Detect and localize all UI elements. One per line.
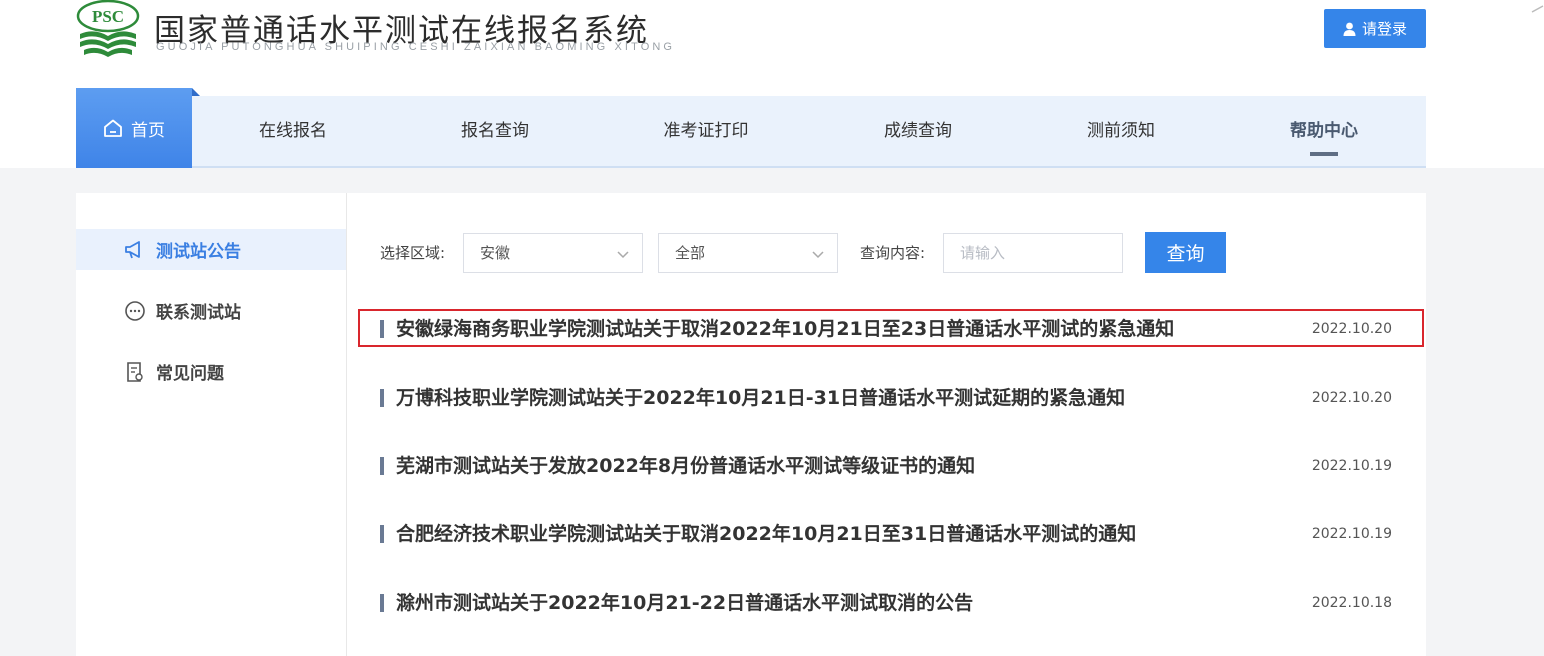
- logo-text: PSC: [92, 7, 124, 26]
- nav-pre-test-notice[interactable]: 测前须知: [1054, 96, 1188, 166]
- notice-item[interactable]: 合肥经济技术职业学院测试站关于取消2022年10月21日至31日普通话水平测试的…: [372, 516, 1402, 552]
- notice-marker: [380, 389, 384, 407]
- psc-logo-graphic: PSC: [76, 0, 140, 57]
- login-label: 请登录: [1361, 20, 1407, 38]
- nav-registration-query[interactable]: 报名查询: [428, 96, 562, 166]
- user-icon: [1343, 22, 1356, 36]
- notice-marker: [380, 320, 384, 338]
- notice-item[interactable]: 安徽绿海商务职业学院测试站关于取消2022年10月21日至23日普通话水平测试的…: [372, 311, 1402, 347]
- chevron-down-icon: [811, 246, 825, 265]
- home-icon: [103, 119, 123, 137]
- notice-date: 2022.10.18: [1311, 595, 1392, 611]
- notice-date: 2022.10.19: [1311, 458, 1392, 474]
- sidebar-item-test-station-notices[interactable]: 测试站公告: [76, 229, 346, 270]
- corner-arrow-icon: [1530, 0, 1544, 19]
- chat-icon: [124, 300, 146, 322]
- region-select[interactable]: 安徽: [463, 233, 643, 273]
- notice-date: 2022.10.20: [1311, 390, 1392, 406]
- sidebar-item-contact-station[interactable]: 联系测试站: [76, 290, 346, 331]
- query-label: 查询内容:: [860, 244, 926, 262]
- notice-marker: [380, 457, 384, 475]
- megaphone-icon: [124, 239, 146, 261]
- sidebar: 测试站公告 联系测试站 常见问题: [76, 193, 347, 656]
- scope-select[interactable]: 全部: [658, 233, 838, 273]
- sidebar-item-label: 常见问题: [156, 364, 224, 384]
- main-nav: 首页 在线报名 报名查询 准考证打印 成绩查询 测前须知 帮助中心: [76, 88, 1426, 168]
- login-button[interactable]: 请登录: [1324, 9, 1426, 48]
- notice-item[interactable]: 滁州市测试站关于2022年10月21-22日普通话水平测试取消的公告 2022.…: [372, 585, 1402, 621]
- chevron-down-icon: [616, 246, 630, 265]
- notice-title[interactable]: 滁州市测试站关于2022年10月21-22日普通话水平测试取消的公告: [396, 585, 973, 621]
- nav-score-query[interactable]: 成绩查询: [851, 96, 985, 166]
- region-label: 选择区域:: [380, 244, 446, 262]
- faq-document-icon: [124, 361, 146, 383]
- scope-select-value: 全部: [675, 244, 706, 262]
- notice-title[interactable]: 芜湖市测试站关于发放2022年8月份普通话水平测试等级证书的通知: [396, 448, 975, 484]
- nav-home[interactable]: 首页: [76, 88, 200, 168]
- notice-marker: [380, 594, 384, 612]
- notice-date: 2022.10.19: [1311, 526, 1392, 542]
- sidebar-item-label: 联系测试站: [156, 303, 241, 323]
- region-select-value: 安徽: [480, 244, 511, 262]
- nav-admission-ticket-print[interactable]: 准考证打印: [631, 96, 781, 166]
- sidebar-item-faq[interactable]: 常见问题: [76, 351, 346, 392]
- sidebar-item-label: 测试站公告: [156, 242, 241, 262]
- notice-item[interactable]: 万博科技职业学院测试站关于2022年10月21日-31日普通话水平测试延期的紧急…: [372, 380, 1402, 416]
- nav-online-registration[interactable]: 在线报名: [226, 96, 360, 166]
- notice-title[interactable]: 万博科技职业学院测试站关于2022年10月21日-31日普通话水平测试延期的紧急…: [396, 380, 1125, 416]
- query-input[interactable]: [943, 233, 1123, 273]
- notice-item[interactable]: 芜湖市测试站关于发放2022年8月份普通话水平测试等级证书的通知 2022.10…: [372, 448, 1402, 484]
- notice-marker: [380, 525, 384, 543]
- notice-title[interactable]: 合肥经济技术职业学院测试站关于取消2022年10月21日至31日普通话水平测试的…: [396, 516, 1136, 552]
- notice-title[interactable]: 安徽绿海商务职业学院测试站关于取消2022年10月21日至23日普通话水平测试的…: [396, 311, 1174, 347]
- nav-home-label: 首页: [131, 120, 165, 141]
- notice-date: 2022.10.20: [1311, 321, 1392, 337]
- query-button[interactable]: 查询: [1145, 232, 1226, 273]
- site-subtitle: GUOJIA PUTONGHUA SHUIPING CESHI ZAIXIAN …: [156, 41, 676, 53]
- nav-active-indicator: [1310, 152, 1338, 156]
- psc-logo[interactable]: PSC: [76, 0, 140, 62]
